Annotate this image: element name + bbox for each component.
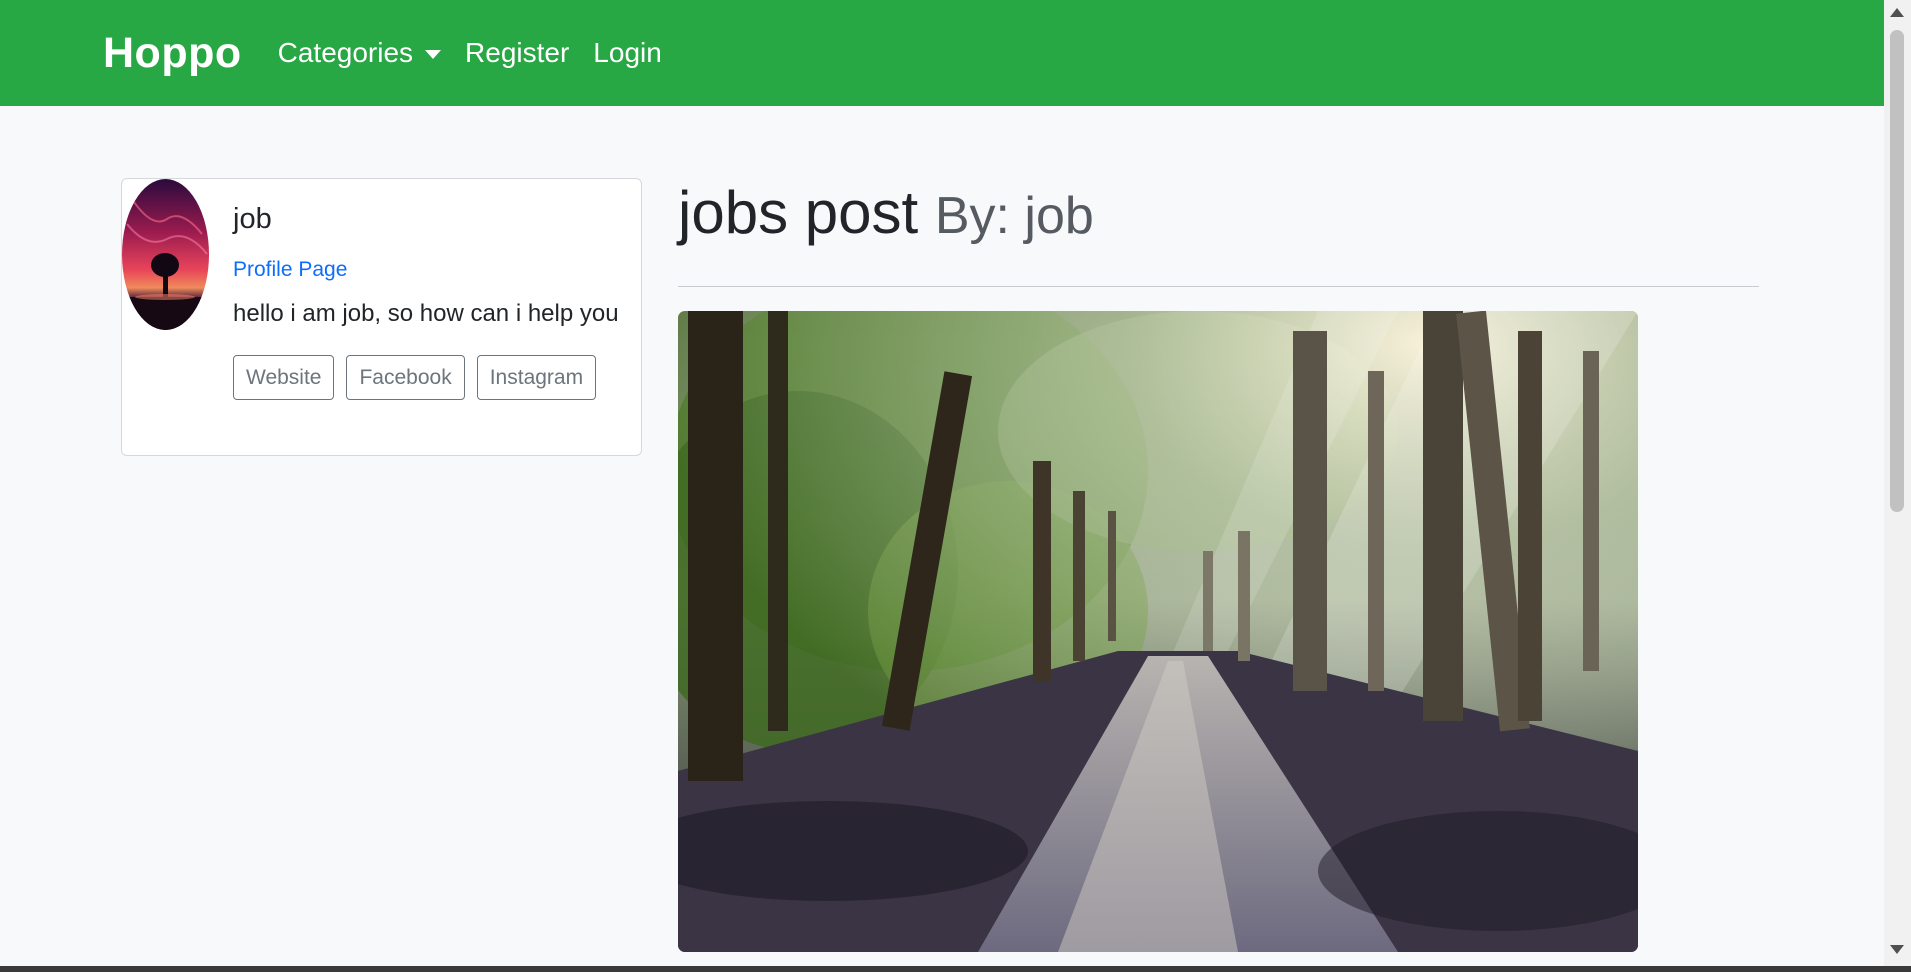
post-byline: By: job (934, 187, 1094, 245)
nav-login-link[interactable]: Login (593, 37, 662, 69)
top-navbar: Hoppo Categories Register Login (0, 0, 1884, 106)
post-title: jobs post By: job (678, 178, 1094, 247)
vertical-scrollbar[interactable] (1884, 0, 1911, 966)
post-header-image (678, 311, 1638, 952)
author-name: job (233, 203, 272, 235)
author-avatar (122, 179, 209, 330)
window-bottom-edge (0, 966, 1911, 972)
title-divider (678, 286, 1759, 287)
nav-categories-dropdown[interactable]: Categories (277, 37, 442, 69)
author-profile-card: job Profile Page hello i am job, so how … (121, 178, 642, 456)
website-button[interactable]: Website (233, 355, 335, 400)
post-title-text: jobs post (678, 179, 919, 246)
nav-categories-label: Categories (277, 37, 414, 68)
author-bio: hello i am job, so how can i help you (233, 300, 619, 327)
scroll-up-icon[interactable] (1890, 8, 1904, 17)
caret-down-icon (425, 49, 442, 59)
nav-register-link[interactable]: Register (465, 37, 569, 69)
scroll-down-icon[interactable] (1890, 945, 1904, 954)
facebook-button[interactable]: Facebook (346, 355, 465, 400)
scroll-thumb[interactable] (1890, 30, 1904, 512)
instagram-button[interactable]: Instagram (476, 355, 597, 400)
profile-page-link[interactable]: Profile Page (233, 258, 623, 282)
social-links: Website Facebook Instagram (233, 355, 623, 400)
profile-card-body: job Profile Page hello i am job, so how … (233, 203, 623, 400)
brand-logo[interactable]: Hoppo (103, 29, 242, 78)
